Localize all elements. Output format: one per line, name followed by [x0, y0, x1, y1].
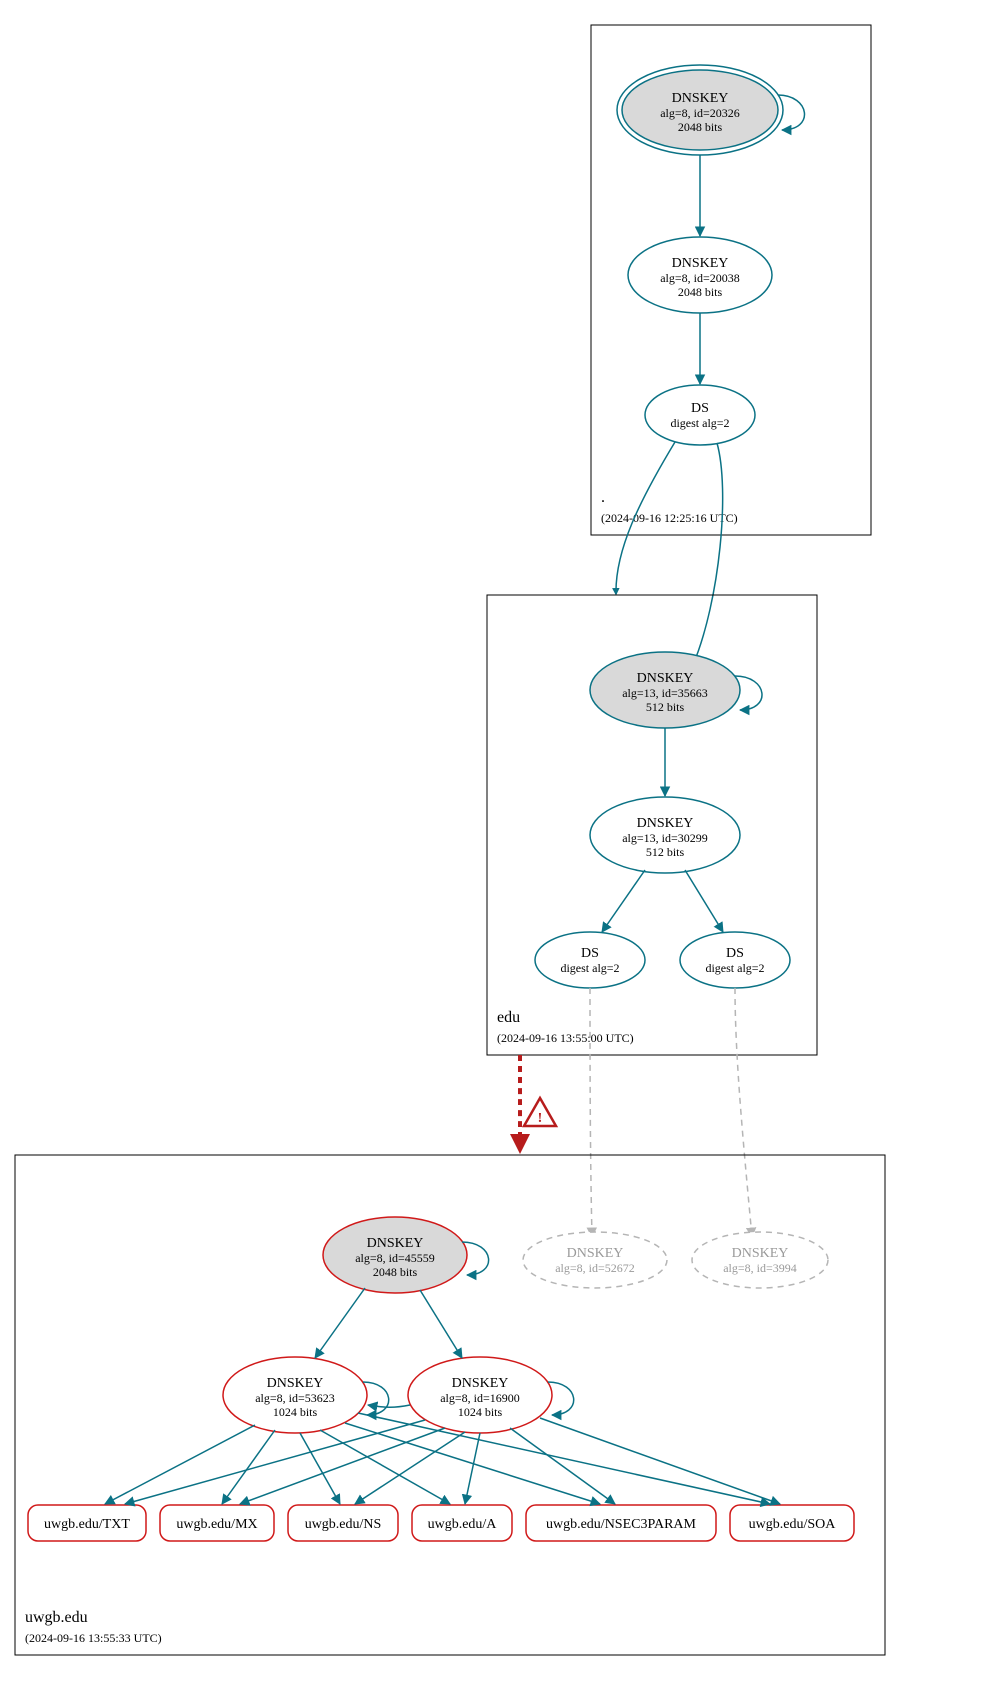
e-z1-txt: [105, 1425, 255, 1504]
edge-uwgb-ksk-to-zsk2: [420, 1290, 462, 1358]
svg-text:512 bits: 512 bits: [646, 700, 685, 714]
root-dnskey-zsk: DNSKEY alg=8, id=20038 2048 bits: [628, 237, 772, 313]
zone-root-ts: (2024-09-16 12:25:16 UTC): [601, 511, 738, 525]
svg-text:alg=8, id=20326: alg=8, id=20326: [660, 106, 740, 120]
svg-text:alg=8, id=20038: alg=8, id=20038: [660, 271, 740, 285]
svg-text:alg=8, id=45559: alg=8, id=45559: [355, 1251, 435, 1265]
edge-edu-zsk-to-ds2: [685, 870, 723, 932]
svg-text:DS: DS: [691, 401, 709, 416]
svg-text:digest alg=2: digest alg=2: [705, 961, 764, 975]
svg-text:uwgb.edu/SOA: uwgb.edu/SOA: [749, 1517, 837, 1532]
warning-icon: !: [524, 1098, 556, 1126]
zone-edu-ts: (2024-09-16 13:55:00 UTC): [497, 1031, 634, 1045]
svg-text:alg=8, id=3994: alg=8, id=3994: [723, 1261, 797, 1275]
root-dnskey-ksk: DNSKEY alg=8, id=20326 2048 bits: [617, 65, 783, 155]
zone-uwgb-name: uwgb.edu: [25, 1609, 88, 1626]
svg-text:alg=13, id=35663: alg=13, id=35663: [622, 686, 708, 700]
svg-text:uwgb.edu/NS: uwgb.edu/NS: [305, 1517, 382, 1532]
svg-text:uwgb.edu/MX: uwgb.edu/MX: [176, 1517, 257, 1532]
svg-text:alg=8, id=53623: alg=8, id=53623: [255, 1391, 335, 1405]
svg-text:DNSKEY: DNSKEY: [672, 91, 729, 106]
svg-text:DNSKEY: DNSKEY: [672, 256, 729, 271]
svg-text:DNSKEY: DNSKEY: [637, 816, 694, 831]
zone-edu-name: edu: [497, 1009, 520, 1026]
svg-text:DNSKEY: DNSKEY: [732, 1246, 789, 1261]
uwgb-dnskey-zsk-1: DNSKEY alg=8, id=53623 1024 bits: [223, 1357, 367, 1433]
edge-uwgb-zsk2-to-zsk1: [368, 1405, 410, 1407]
svg-text:alg=13, id=30299: alg=13, id=30299: [622, 831, 708, 845]
svg-text:alg=8, id=16900: alg=8, id=16900: [440, 1391, 520, 1405]
uwgb-dnskey-ksk: DNSKEY alg=8, id=45559 2048 bits: [323, 1217, 467, 1293]
e-z1-mx: [222, 1430, 275, 1504]
svg-text:DNSKEY: DNSKEY: [637, 671, 694, 686]
svg-text:alg=8, id=52672: alg=8, id=52672: [555, 1261, 635, 1275]
e-z1-nsec3: [345, 1423, 600, 1504]
root-ds: DS digest alg=2: [645, 385, 755, 445]
svg-text:512 bits: 512 bits: [646, 845, 685, 859]
dnssec-diagram: . (2024-09-16 12:25:16 UTC) DNSKEY alg=8…: [0, 0, 989, 1690]
uwgb-dnskey-missing-1: DNSKEY alg=8, id=52672: [523, 1232, 667, 1288]
svg-text:2048 bits: 2048 bits: [678, 120, 723, 134]
e-z2-ns: [355, 1432, 465, 1504]
svg-text:DNSKEY: DNSKEY: [452, 1376, 509, 1391]
e-z2-a: [465, 1433, 480, 1504]
zone-uwgb-ts: (2024-09-16 13:55:33 UTC): [25, 1631, 162, 1645]
svg-text:1024 bits: 1024 bits: [273, 1405, 318, 1419]
uwgb-dnskey-missing-2: DNSKEY alg=8, id=3994: [692, 1232, 828, 1288]
uwgb-dnskey-zsk-2: DNSKEY alg=8, id=16900 1024 bits: [408, 1357, 552, 1433]
edu-dnskey-ksk: DNSKEY alg=13, id=35663 512 bits: [590, 652, 740, 728]
svg-text:2048 bits: 2048 bits: [373, 1265, 418, 1279]
svg-text:digest alg=2: digest alg=2: [670, 416, 729, 430]
svg-text:!: !: [538, 1111, 543, 1126]
svg-text:DNSKEY: DNSKEY: [567, 1246, 624, 1261]
edge-uwgb-ksk-to-zsk1: [315, 1288, 365, 1358]
rrset-mx: uwgb.edu/MX: [160, 1505, 274, 1541]
svg-text:digest alg=2: digest alg=2: [560, 961, 619, 975]
edge-edu-zsk-to-ds1: [602, 870, 645, 932]
svg-text:uwgb.edu/NSEC3PARAM: uwgb.edu/NSEC3PARAM: [546, 1517, 697, 1532]
edu-ds-2: DS digest alg=2: [680, 932, 790, 988]
svg-text:1024 bits: 1024 bits: [458, 1405, 503, 1419]
svg-text:uwgb.edu/TXT: uwgb.edu/TXT: [44, 1517, 130, 1532]
edu-ds-1: DS digest alg=2: [535, 932, 645, 988]
edu-dnskey-zsk: DNSKEY alg=13, id=30299 512 bits: [590, 797, 740, 873]
zone-root-name: .: [601, 489, 605, 506]
svg-text:DNSKEY: DNSKEY: [367, 1236, 424, 1251]
svg-text:DS: DS: [581, 946, 599, 961]
edge-edu-ds2-to-missing2: [735, 988, 752, 1237]
rrset-txt: uwgb.edu/TXT: [28, 1505, 146, 1541]
rrset-a: uwgb.edu/A: [412, 1505, 512, 1541]
svg-text:DNSKEY: DNSKEY: [267, 1376, 324, 1391]
rrset-soa: uwgb.edu/SOA: [730, 1505, 854, 1541]
edge-root-ds-to-edu-ksk: [693, 443, 723, 665]
svg-text:uwgb.edu/A: uwgb.edu/A: [428, 1517, 498, 1532]
rrset-ns: uwgb.edu/NS: [288, 1505, 398, 1541]
svg-text:2048 bits: 2048 bits: [678, 285, 723, 299]
edge-edu-ds1-to-missing1: [590, 988, 592, 1237]
svg-text:DS: DS: [726, 946, 744, 961]
rrset-nsec3param: uwgb.edu/NSEC3PARAM: [526, 1505, 716, 1541]
